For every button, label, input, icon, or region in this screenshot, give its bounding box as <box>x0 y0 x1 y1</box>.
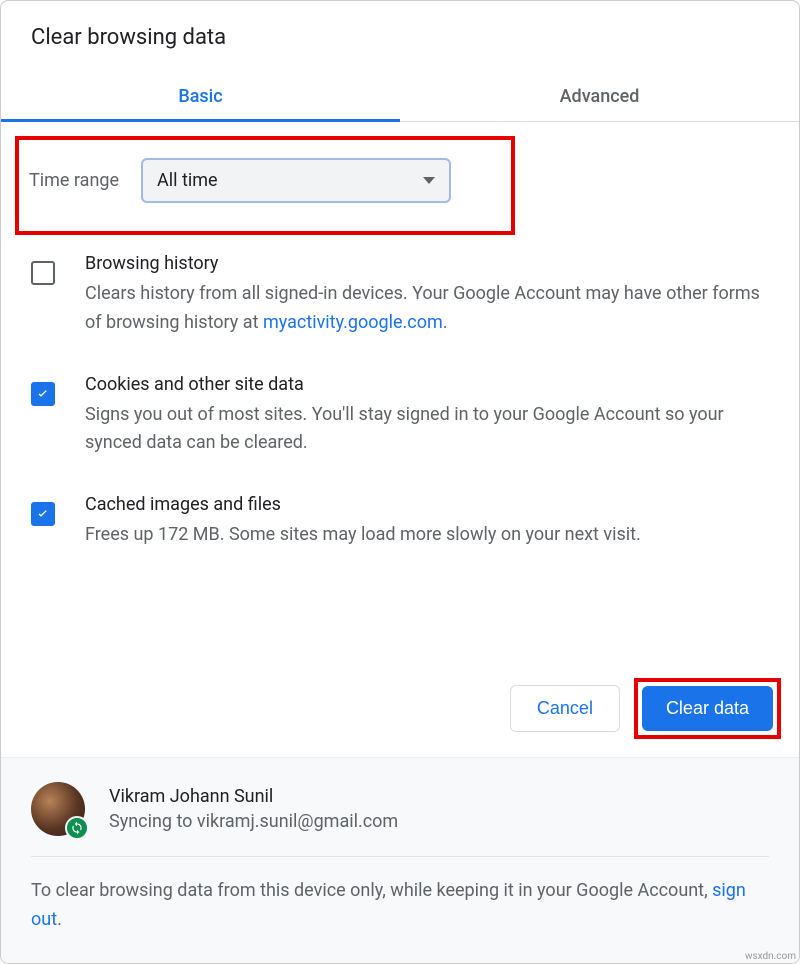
option-title: Cached images and files <box>85 494 769 515</box>
watermark: wsxdn.com <box>745 951 796 962</box>
footer-text: . <box>57 909 62 930</box>
time-range-dropdown[interactable]: All time <box>141 158 451 203</box>
desc-text: . <box>443 312 448 333</box>
options-list: Browsing history Clears history from all… <box>1 253 799 550</box>
option-desc: Clears history from all signed-in device… <box>85 280 769 338</box>
option-text: Cookies and other site data Signs you ou… <box>85 374 769 459</box>
tab-advanced[interactable]: Advanced <box>400 72 799 121</box>
clear-data-button[interactable]: Clear data <box>642 686 773 731</box>
option-desc: Signs you out of most sites. You'll stay… <box>85 401 769 459</box>
sync-badge-icon <box>65 816 89 840</box>
option-text: Cached images and files Frees up 172 MB.… <box>85 494 769 550</box>
profile-sync-status: Syncing to vikramj.sunil@gmail.com <box>109 811 398 832</box>
profile-row: Vikram Johann Sunil Syncing to vikramj.s… <box>31 782 769 836</box>
divider <box>31 856 769 857</box>
option-cache: Cached images and files Frees up 172 MB.… <box>31 494 769 550</box>
checkbox-browsing-history[interactable] <box>31 261 55 285</box>
profile-name: Vikram Johann Sunil <box>109 786 398 807</box>
footer-text: To clear browsing data from this device … <box>31 880 712 901</box>
chevron-down-icon <box>423 177 435 184</box>
option-title: Cookies and other site data <box>85 374 769 395</box>
dialog-buttons: Cancel Clear data <box>1 658 799 757</box>
option-desc: Frees up 172 MB. Some sites may load mor… <box>85 521 769 550</box>
dialog-body: Time range All time Browsing history Cle… <box>1 122 799 658</box>
footer-note: To clear browsing data from this device … <box>31 877 769 935</box>
dialog-footer: Vikram Johann Sunil Syncing to vikramj.s… <box>1 757 799 963</box>
time-range-value: All time <box>157 170 218 191</box>
option-title: Browsing history <box>85 253 769 274</box>
tab-basic[interactable]: Basic <box>1 72 400 121</box>
checkbox-cookies[interactable] <box>31 382 55 406</box>
profile-info: Vikram Johann Sunil Syncing to vikramj.s… <box>109 786 398 832</box>
checkbox-cache[interactable] <box>31 502 55 526</box>
avatar <box>31 782 85 836</box>
tabs: Basic Advanced <box>1 72 799 122</box>
option-text: Browsing history Clears history from all… <box>85 253 769 338</box>
dialog-title: Clear browsing data <box>1 1 799 72</box>
time-range-highlight: Time range All time <box>15 136 515 235</box>
clear-browsing-data-dialog: Clear browsing data Basic Advanced Time … <box>0 0 800 964</box>
clear-data-highlight: Clear data <box>634 678 781 739</box>
option-cookies: Cookies and other site data Signs you ou… <box>31 374 769 459</box>
cancel-button[interactable]: Cancel <box>510 685 620 732</box>
time-range-label: Time range <box>29 170 119 191</box>
myactivity-link[interactable]: myactivity.google.com <box>263 312 443 333</box>
option-browsing-history: Browsing history Clears history from all… <box>31 253 769 338</box>
